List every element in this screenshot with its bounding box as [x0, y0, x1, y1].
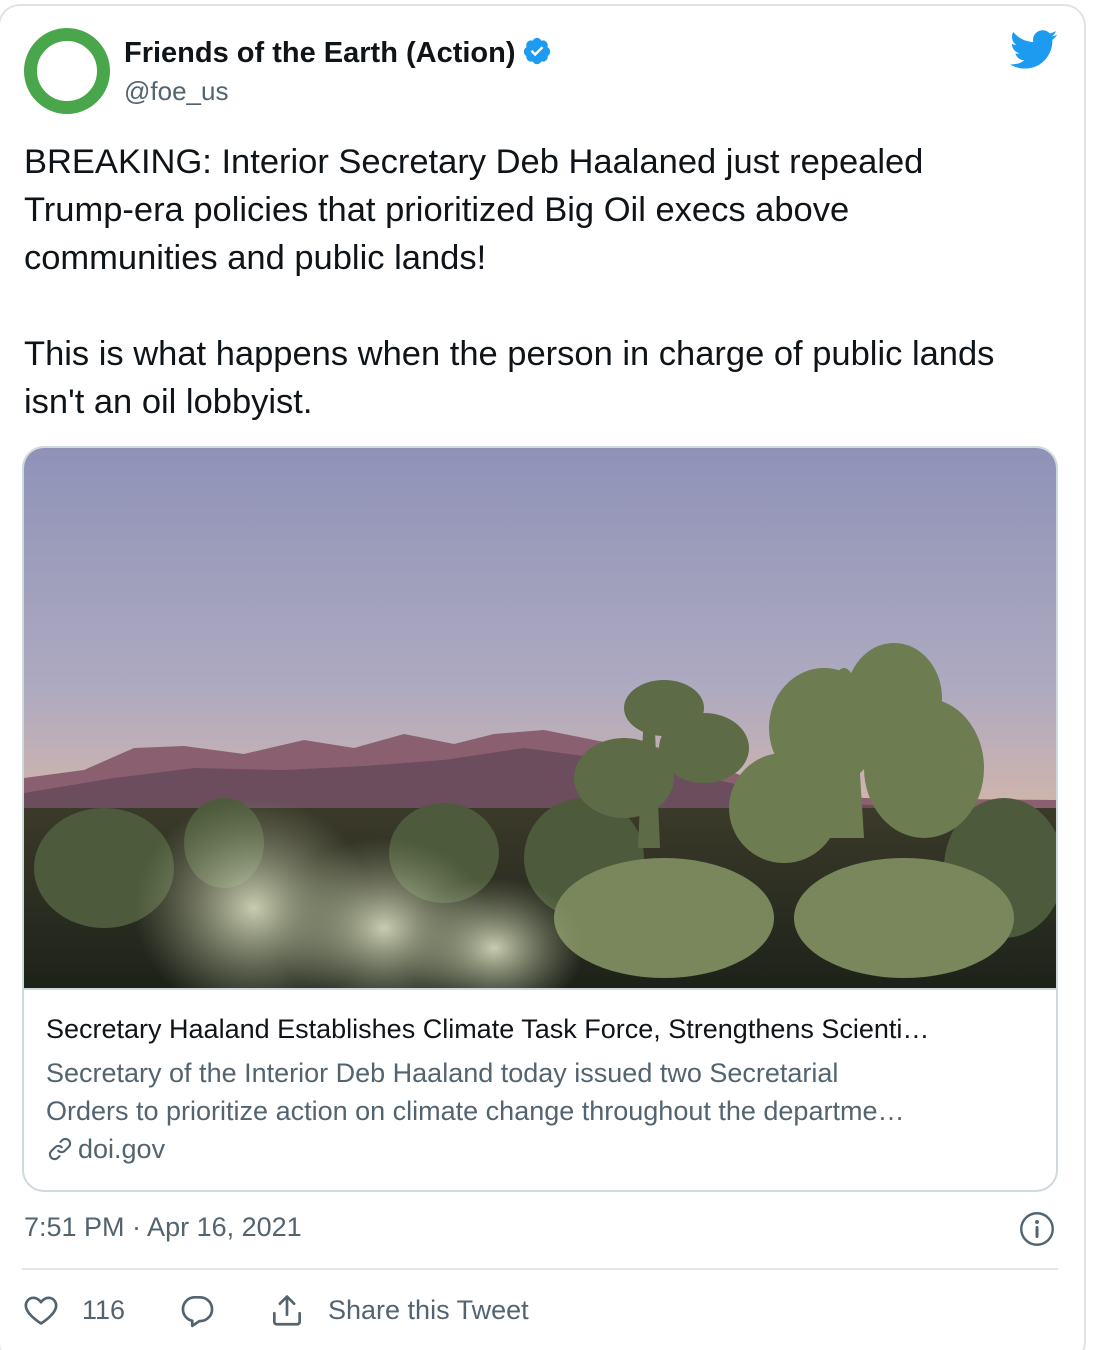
verified-badge-icon: [523, 37, 550, 65]
share-upload-icon: [272, 1295, 302, 1326]
share-button[interactable]: Share this Tweet: [268, 1290, 529, 1330]
tweet-text: BREAKING: Interior Secretary Deb Haalane…: [24, 138, 1034, 426]
like-count: 116: [82, 1294, 126, 1325]
avatar[interactable]: [24, 28, 110, 114]
tweet-timestamp[interactable]: 7:51 PM · Apr 16, 2021: [24, 1212, 302, 1243]
link-domain-text[interactable]: doi.gov: [78, 1134, 165, 1164]
heart-icon: [24, 1296, 58, 1325]
link-description: Secretary of the Interior Deb Haaland to…: [46, 1054, 1036, 1130]
link-icon: [48, 1137, 72, 1161]
link-description-line: Secretary of the Interior Deb Haaland to…: [46, 1058, 839, 1088]
link-domain[interactable]: doi.gov: [46, 1134, 165, 1165]
author-name[interactable]: Friends of the Earth (Action): [124, 36, 552, 70]
divider: [22, 1268, 1058, 1270]
reply-button[interactable]: [178, 1290, 216, 1330]
tweet-paragraph: This is what happens when the person in …: [24, 335, 995, 421]
twitter-bird-icon[interactable]: [1010, 30, 1058, 70]
author-handle[interactable]: @foe_us: [124, 76, 228, 107]
link-title[interactable]: Secretary Haaland Establishes Climate Ta…: [46, 1014, 1036, 1045]
share-label[interactable]: Share this Tweet: [328, 1295, 529, 1326]
link-preview-image[interactable]: [24, 448, 1056, 990]
reply-bubble-icon: [181, 1295, 214, 1328]
link-preview-card[interactable]: Secretary Haaland Establishes Climate Ta…: [22, 446, 1058, 1192]
link-description-line: Orders to prioritize action on climate c…: [46, 1096, 905, 1126]
tweet-paragraph: BREAKING: Interior Secretary Deb Haalane…: [24, 143, 924, 277]
author-name-text[interactable]: Friends of the Earth (Action): [124, 37, 516, 69]
like-button[interactable]: 116: [22, 1290, 125, 1330]
info-icon[interactable]: [1019, 1211, 1055, 1247]
